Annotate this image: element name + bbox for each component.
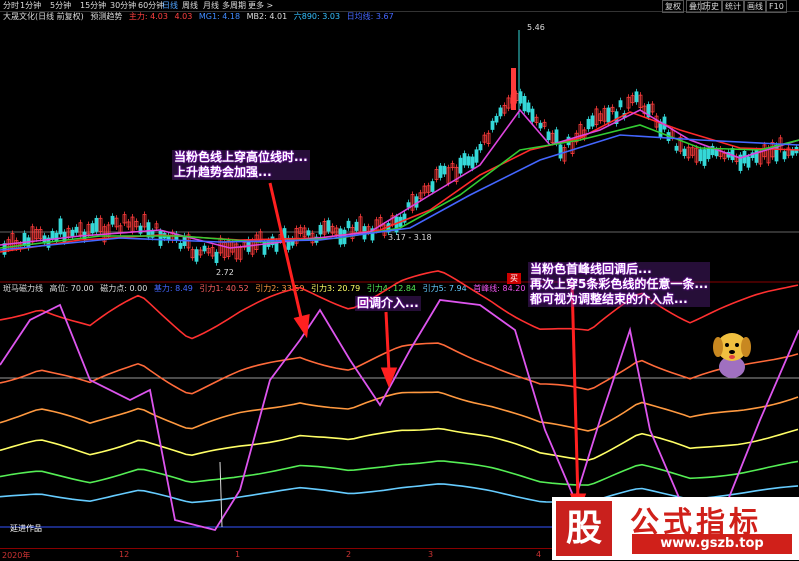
candle-body <box>214 251 219 264</box>
watermark-logo: 股 公式指标 www.gszb.top <box>552 497 799 560</box>
price-high-label: 5.46 <box>527 23 545 32</box>
annotation-text: 再次上穿5条彩色线的任意一条... <box>530 277 709 291</box>
price-range-label: 3.17 - 3.18 <box>388 233 432 242</box>
candle-body <box>354 221 359 231</box>
candle-body <box>194 249 199 262</box>
candle-body <box>586 118 591 130</box>
moving-average-lines <box>0 108 799 253</box>
candle-body <box>674 145 679 151</box>
candle-body <box>526 102 531 113</box>
candle-body <box>462 153 467 166</box>
arrow-2 <box>384 311 391 373</box>
dog-mascot-icon <box>713 333 751 378</box>
candle-body <box>26 237 31 249</box>
candle-body <box>698 149 703 162</box>
candle-body <box>70 229 75 237</box>
candle-body <box>478 144 483 151</box>
candle-body <box>430 181 435 192</box>
candle-body <box>782 151 787 160</box>
candle-body <box>746 156 751 168</box>
annotation-text: 当粉色线上穿高位线时... <box>174 150 308 164</box>
time-axis: 2020年 12 1 2 3 4 <box>0 548 560 561</box>
candle-body <box>706 149 711 160</box>
candle-body <box>554 129 559 144</box>
candle-body <box>558 144 563 159</box>
candle-body <box>634 91 639 103</box>
candle-body <box>58 218 63 235</box>
candle-body <box>94 217 99 232</box>
attraction-line <box>0 460 799 486</box>
attraction-line <box>0 427 799 462</box>
price-low-label: 2.72 <box>216 268 234 277</box>
candle-body <box>90 223 95 234</box>
logo-badge: 股 <box>556 501 612 556</box>
candle-body <box>618 100 623 108</box>
annotation-text: 都可视为调整结束的介入点... <box>530 292 688 306</box>
candle-body <box>346 220 351 229</box>
arrow-1 <box>268 182 304 323</box>
candle-body <box>466 156 471 166</box>
candle-body <box>606 107 611 123</box>
candlestick-series <box>2 30 799 266</box>
signal-spike <box>219 461 223 528</box>
arrow-3 <box>570 282 580 501</box>
candle-body <box>662 116 667 130</box>
time-tick: 1 <box>235 550 241 559</box>
candle-body <box>326 220 331 232</box>
candle-body <box>202 245 207 252</box>
candle-body <box>442 165 447 175</box>
candle-body <box>546 131 551 141</box>
candle-body <box>178 242 183 249</box>
candle-body <box>54 232 59 242</box>
buy-signal-marker: 买 <box>507 273 521 284</box>
author-label: 延进作品 <box>10 524 42 533</box>
candle-body <box>498 107 503 117</box>
candle-body <box>406 202 411 208</box>
annotation-3: 当粉色首峰线回调后... 再次上穿5条彩色线的任意一条... 都可视为调整结束的… <box>528 262 711 307</box>
candle-body <box>511 68 516 110</box>
candle-body <box>702 149 707 166</box>
time-tick: 4 <box>536 550 542 559</box>
candle-body <box>590 115 595 127</box>
candle-body <box>790 149 795 156</box>
candle-body <box>522 96 527 112</box>
candle-body <box>22 232 27 246</box>
candle-body <box>306 230 311 236</box>
time-tick: 3 <box>428 550 434 559</box>
logo-url: www.gszb.top <box>632 534 792 554</box>
annotation-2: 回调介入... <box>355 296 421 311</box>
candle-body <box>74 226 79 233</box>
annotation-text: 当粉色首峰线回调后... <box>530 262 652 276</box>
annotation-1: 当粉色线上穿高位线时... 上升趋势会加强... <box>172 150 310 180</box>
candle-body <box>470 156 475 169</box>
candle-body <box>318 224 323 235</box>
candle-body <box>538 122 543 129</box>
candle-body <box>158 230 163 246</box>
candle-body <box>50 230 55 240</box>
time-tick: 2020年 <box>2 551 31 560</box>
candle-body <box>458 157 463 174</box>
candle-body <box>438 165 443 178</box>
candle-body <box>494 115 499 123</box>
annotation-text: 上升趋势会加强... <box>174 165 272 179</box>
candle-body <box>474 149 479 163</box>
candle-body <box>110 215 115 225</box>
time-tick: 2 <box>346 550 352 559</box>
candle-body <box>530 108 535 122</box>
time-tick: 12 <box>119 550 130 559</box>
candle-body <box>490 120 495 130</box>
arrow-1-head <box>293 314 310 339</box>
candle-body <box>682 148 687 157</box>
attraction-line <box>0 391 799 432</box>
